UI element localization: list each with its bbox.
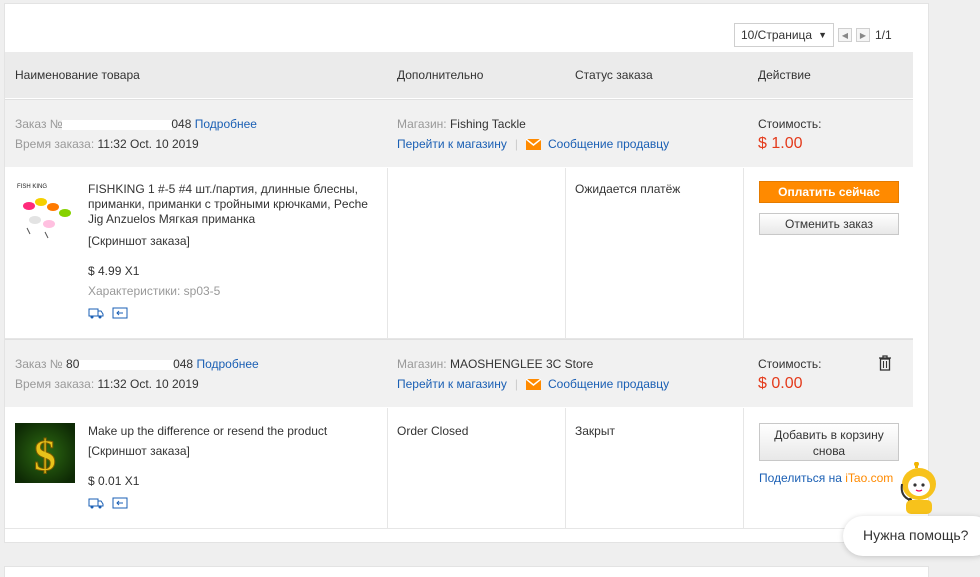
lure-image: FISH KING (15, 180, 75, 240)
order-number-tail: 048 (171, 117, 192, 131)
product-specs: Характеристики: sp03-5 (88, 284, 221, 298)
chevron-right-icon: ▶ (859, 30, 867, 40)
message-seller-link[interactable]: Сообщение продавцу (548, 377, 669, 391)
store-name: Fishing Tackle (449, 117, 526, 131)
delivery-truck-icon[interactable] (88, 307, 104, 319)
cost-value: $ 1.00 (758, 135, 803, 152)
header-action: Действие (758, 68, 811, 82)
order-number-label: Заказ № (15, 117, 63, 131)
item-status: Закрыт (575, 424, 615, 438)
go-to-store-link[interactable]: Перейти к магазину (397, 137, 507, 151)
help-robot-icon[interactable] (897, 462, 941, 514)
order-time-label: Время заказа: (15, 137, 95, 151)
trash-icon[interactable] (878, 355, 892, 371)
order-time-label: Время заказа: (15, 377, 95, 391)
product-thumbnail[interactable]: $ (15, 423, 75, 483)
lower-panel (4, 566, 929, 577)
order-number-masked (78, 359, 174, 370)
pager: 10/Страница ▼ ◀ ▶ 1/1 (734, 23, 892, 47)
order-snapshot-link[interactable]: [Скриншот заказа] (88, 234, 190, 248)
thumb-brand-text: FISH KING (17, 184, 47, 190)
store-label: Магазин: (397, 357, 447, 371)
store-label: Магазин: (397, 117, 447, 131)
add-to-cart-again-button[interactable]: Добавить в корзину снова (759, 423, 899, 461)
link-separator: | (514, 137, 518, 151)
caret-down-icon: ▼ (818, 30, 827, 40)
table-header: Наименование товара Дополнительно Статус… (5, 52, 913, 98)
order-number-masked (62, 119, 173, 130)
product-title[interactable]: FISHKING 1 #-5 #4 шт./партия, длинные бл… (88, 182, 378, 227)
cost-label: Стоимость: (758, 117, 822, 131)
order-details-link[interactable]: Подробнее (195, 117, 257, 131)
cost-label: Стоимость: (758, 357, 822, 371)
order-item-row: $ Make up the difference or resend the p… (5, 408, 913, 529)
envelope-icon (526, 138, 541, 150)
order-header: Заказ № 048 Подробнее Время заказа: 11:3… (5, 99, 913, 167)
order-item-row: FISH KING FISHKING 1 #-5 #4 шт./партия, … (5, 168, 913, 339)
item-status: Ожидается платёж (575, 182, 681, 196)
message-seller-link[interactable]: Сообщение продавцу (548, 137, 669, 151)
order-time-value: 11:32 Oct. 10 2019 (97, 377, 199, 391)
per-page-value: 10/Страница (741, 28, 813, 42)
go-to-store-link[interactable]: Перейти к магазину (397, 377, 507, 391)
share-on-link[interactable]: Поделиться на (759, 471, 842, 485)
cost-value: $ 0.00 (758, 375, 803, 392)
link-separator: | (514, 377, 518, 391)
chevron-left-icon: ◀ (841, 30, 849, 40)
thumb-dollar-text: $ (34, 431, 56, 480)
order-number-tail: 048 (173, 357, 194, 371)
price-qty: $ 0.01 X1 (88, 474, 140, 488)
order-number-head: 80 (66, 357, 80, 371)
help-text: Нужна помощь? (863, 527, 969, 543)
delivery-truck-icon[interactable] (88, 497, 104, 509)
item-extra: Order Closed (397, 424, 469, 438)
header-status: Статус заказа (575, 68, 653, 82)
order-number-label: Заказ № (15, 357, 63, 371)
return-icon[interactable] (112, 307, 128, 319)
order-time-value: 11:32 Oct. 10 2019 (97, 137, 199, 151)
envelope-icon (526, 378, 541, 390)
pay-now-button[interactable]: Оплатить сейчас (759, 181, 899, 203)
prev-page-button[interactable]: ◀ (838, 28, 852, 42)
cancel-order-button[interactable]: Отменить заказ (759, 213, 899, 235)
header-extra: Дополнительно (397, 68, 484, 82)
dollar-image: $ (15, 423, 75, 483)
product-thumbnail[interactable]: FISH KING (15, 180, 75, 240)
header-product: Наименование товара (15, 68, 140, 82)
order-snapshot-link[interactable]: [Скриншот заказа] (88, 444, 190, 458)
share-brand[interactable]: iTao.com (845, 471, 893, 485)
page-count: 1/1 (875, 28, 892, 42)
order-details-link[interactable]: Подробнее (196, 357, 258, 371)
product-title[interactable]: Make up the difference or resend the pro… (88, 424, 378, 438)
per-page-select[interactable]: 10/Страница ▼ (734, 23, 834, 47)
store-name: MAOSHENGLEE 3C Store (449, 357, 594, 371)
return-icon[interactable] (112, 497, 128, 509)
help-bubble[interactable]: Нужна помощь? (843, 516, 980, 556)
next-page-button[interactable]: ▶ (856, 28, 870, 42)
price-qty: $ 4.99 X1 (88, 264, 140, 278)
order-header: Заказ № 80 048 Подробнее Время заказа: 1… (5, 339, 913, 407)
